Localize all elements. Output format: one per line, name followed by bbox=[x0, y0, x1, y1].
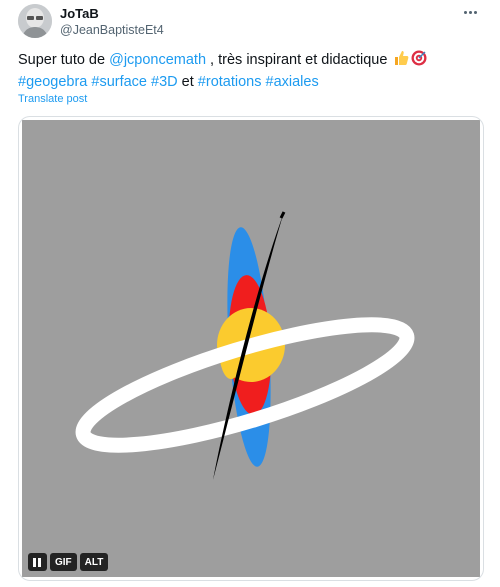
direct-hit-icon bbox=[411, 50, 427, 72]
tweet-card: JoTaB @JeanBaptisteEt4 Super tuto de @jc… bbox=[0, 0, 500, 587]
translate-post-link[interactable]: Translate post bbox=[18, 93, 87, 105]
hashtag-axiales[interactable]: #axiales bbox=[266, 74, 319, 90]
media-controls: GIF ALT bbox=[28, 553, 109, 571]
mention-link[interactable]: @jcponcemath bbox=[109, 52, 206, 68]
pause-button[interactable] bbox=[28, 553, 47, 571]
hashtag-3d[interactable]: #3D bbox=[151, 74, 178, 90]
user-avatar-icon bbox=[18, 4, 52, 38]
author-info: JoTaB @JeanBaptisteEt4 bbox=[60, 6, 164, 38]
post-text-end: , très inspirant et didactique bbox=[206, 52, 392, 68]
user-handle[interactable]: @JeanBaptisteEt4 bbox=[60, 22, 164, 38]
alt-text-button[interactable]: ALT bbox=[79, 553, 109, 571]
gif-badge[interactable]: GIF bbox=[50, 553, 77, 571]
pause-icon bbox=[33, 557, 42, 567]
hashtag-geogebra[interactable]: #geogebra bbox=[18, 74, 87, 90]
avatar[interactable] bbox=[18, 4, 52, 38]
hashtag-rotations[interactable]: #rotations bbox=[198, 74, 262, 90]
connector-text: et bbox=[181, 74, 194, 90]
thumbs-up-icon bbox=[393, 50, 409, 72]
gif-media[interactable]: GIF ALT bbox=[18, 116, 484, 581]
more-options-icon[interactable] bbox=[458, 4, 482, 20]
hashtag-surface[interactable]: #surface bbox=[91, 74, 147, 90]
post-text-start: Super tuto de bbox=[18, 52, 110, 68]
display-name[interactable]: JoTaB bbox=[60, 6, 164, 22]
post-text: Super tuto de @jcponcemath , très inspir… bbox=[18, 50, 478, 92]
geogebra-animation-graphic bbox=[75, 211, 415, 480]
